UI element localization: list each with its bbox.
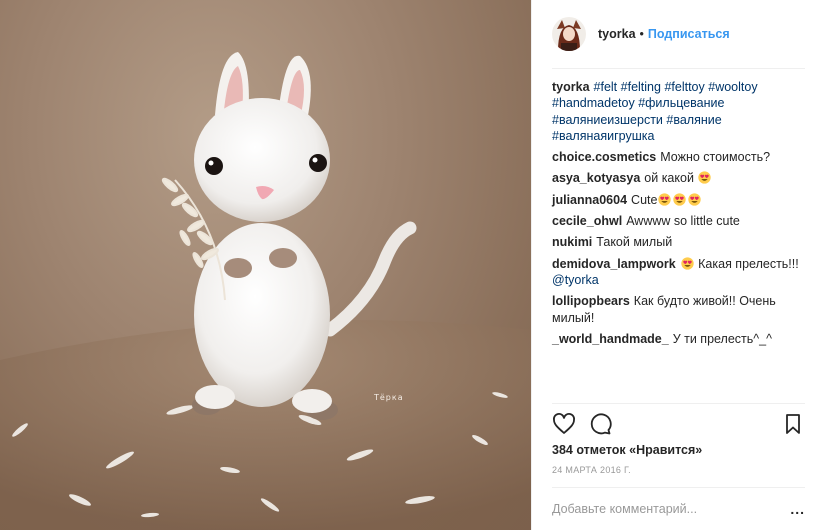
- heart-eyes-emoji-icon: [698, 171, 712, 185]
- list-item: cecile_ohwl Awwww so little cute: [552, 213, 812, 229]
- list-item: choice.cosmetics Можно стоимость?: [552, 149, 812, 165]
- comment-username[interactable]: demidova_lampwork: [552, 257, 676, 271]
- post-photo[interactable]: Тёрка: [0, 0, 531, 530]
- hashtag[interactable]: #handmadetoy: [552, 96, 635, 110]
- comment-input[interactable]: [552, 502, 791, 516]
- comment-username[interactable]: asya_kotyasya: [552, 171, 640, 185]
- comment-username[interactable]: choice.cosmetics: [552, 150, 656, 164]
- heart-eyes-emoji-icon: [688, 193, 702, 206]
- more-options-icon[interactable]: ...: [790, 501, 805, 517]
- comment-username[interactable]: lollipopbears: [552, 294, 630, 308]
- header-separator: •: [639, 27, 644, 41]
- comment-text: У ти прелесть^_^: [672, 331, 772, 346]
- post-side-panel: tyorka • Подписаться tyorka #felt #feltin…: [531, 0, 825, 530]
- hashtag[interactable]: #wooltoy: [708, 80, 757, 94]
- caption-username[interactable]: tyorka: [552, 80, 590, 94]
- caption: tyorka #felt #felting #felttoy #wooltoy #…: [552, 79, 812, 144]
- hashtag[interactable]: #felting: [621, 80, 661, 94]
- comment-text: ой какой: [644, 171, 694, 186]
- hashtag[interactable]: #felt: [594, 80, 618, 94]
- speech-bubble-icon[interactable]: [588, 412, 612, 436]
- list-item: julianna0604 Cute: [552, 192, 812, 208]
- heart-eyes-emoji-icon: [673, 193, 687, 206]
- follow-button[interactable]: Подписаться: [648, 27, 730, 41]
- avatar-image: [552, 17, 586, 51]
- comment-text: Какая прелесть!!!: [698, 256, 799, 271]
- photo-watermark: Тёрка: [374, 393, 404, 402]
- post-header: tyorka • Подписаться: [552, 0, 805, 69]
- likes-count[interactable]: 384 отметок «Нравится»: [552, 443, 702, 457]
- comment-mention[interactable]: @tyorka: [552, 273, 599, 287]
- instagram-post: Тёрка tyorka • Подписаться tyorka #felt …: [0, 0, 825, 530]
- list-item: nukimi Такой милый: [552, 234, 812, 250]
- hashtag[interactable]: #валяние: [666, 113, 721, 127]
- comment-username[interactable]: cecile_ohwl: [552, 214, 622, 228]
- list-item: demidova_lampwork Какая прелесть!!! @tyo…: [552, 256, 812, 289]
- bookmark-icon[interactable]: [781, 412, 805, 436]
- heart-outline-icon[interactable]: [552, 412, 576, 436]
- post-date[interactable]: 24 МАРТА 2016 Г.: [552, 465, 631, 475]
- list-item: asya_kotyasya ой какой: [552, 170, 812, 186]
- add-comment-bar: ...: [552, 487, 805, 530]
- avatar[interactable]: [552, 17, 586, 51]
- comment-username[interactable]: nukimi: [552, 235, 592, 249]
- comment-text: Awwww so little cute: [626, 214, 740, 229]
- hashtag[interactable]: #felttoy: [664, 80, 704, 94]
- header-username[interactable]: tyorka: [598, 27, 636, 41]
- comment-text: Cute: [631, 192, 658, 207]
- heart-eyes-emoji-icon: [658, 193, 672, 206]
- comment-text: Такой милый: [596, 235, 673, 250]
- felt-mouse-illustration: [0, 52, 531, 530]
- list-item: _world_handmade_ У ти прелесть^_^: [552, 331, 812, 347]
- action-bar: [552, 403, 805, 443]
- heart-eyes-emoji-icon: [680, 256, 694, 270]
- hashtag[interactable]: #валяниеизшерсти: [552, 113, 663, 127]
- comment-username[interactable]: _world_handmade_: [552, 332, 669, 346]
- hashtag[interactable]: #валянаяигрушка: [552, 129, 654, 143]
- comment-username[interactable]: julianna0604: [552, 193, 627, 207]
- list-item: lollipopbears Как будто живой!! Очень мил…: [552, 293, 812, 326]
- comment-text: Можно стоимость?: [660, 150, 771, 165]
- hashtag[interactable]: #фильцевание: [638, 96, 724, 110]
- comments-list: tyorka #felt #felting #felttoy #wooltoy #…: [552, 79, 812, 352]
